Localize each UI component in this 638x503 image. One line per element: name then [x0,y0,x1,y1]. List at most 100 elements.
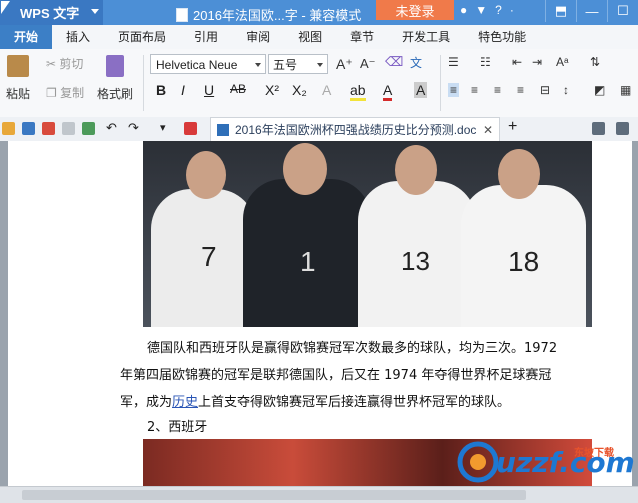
font-name-select[interactable]: Helvetica Neue [150,54,266,74]
quick-access-bar: ↶ ↷ ▾ 2016年法国欧洲杯四强战绩历史比分预测.doc ✕ + [0,117,638,142]
new-tab-icon[interactable]: + [508,118,521,135]
grow-font-icon[interactable]: A⁺ [336,56,353,73]
jersey-number: 13 [401,246,430,276]
tab-features[interactable]: 特色功能 [464,25,540,49]
phonetic-guide-icon[interactable]: 文 [410,54,422,71]
paragraph-line: 年第四届欧锦赛的冠军是联邦德国队，后又在 1974 年夺得世界杯足球赛冠 [120,368,552,383]
paragraph-line: 军，成为历史上首支夺得欧锦赛冠军后接连赢得世界杯冠军的球队。 [120,389,600,416]
horizontal-scrollbar[interactable] [0,486,638,503]
chevron-down-icon [91,9,99,14]
skin-icon[interactable]: ● [460,3,467,17]
watermark-swirl-icon [457,441,499,483]
superscript-icon[interactable]: X² [265,82,279,98]
document-tab[interactable]: 2016年法国欧洲杯四强战绩历史比分预测.doc ✕ [210,117,500,141]
italic-icon[interactable]: I [181,82,185,98]
line-spacing-icon[interactable]: ↕ [563,83,569,97]
document-tab-title: 2016年法国欧洲杯四强战绩历史比分预测.doc [235,123,477,137]
tab-references[interactable]: 引用 [180,25,232,49]
font-size-select[interactable]: 五号 [268,54,328,74]
help-icon[interactable]: ? [495,3,502,17]
divider [143,55,144,111]
scissors-icon: ✂ [46,56,57,71]
change-case-icon[interactable]: Aᵃ [556,55,568,69]
shading-icon[interactable]: ◩ [594,83,605,97]
text-effect-icon[interactable]: A [322,82,331,98]
jersey-number: 1 [300,246,316,277]
align-left-icon[interactable]: ≡ [448,83,460,97]
clear-format-icon[interactable]: ⌫ [385,54,403,70]
font-size-value: 五号 [273,58,298,72]
tab-developer[interactable]: 开发工具 [388,25,464,49]
font-color-icon[interactable]: A [383,82,393,101]
jersey-number: 18 [508,246,540,277]
history-link[interactable]: 历史 [172,395,198,410]
watermark-subtext: 东坡下载 [574,448,614,459]
app-menu-button[interactable]: WPS 文字 [0,0,103,25]
tab-insert[interactable]: 插入 [52,25,104,49]
title-icons: ● ▼ ? · [460,3,514,17]
undo-icon[interactable]: ↶ [106,120,119,135]
tab-home[interactable]: 开始 [0,25,53,49]
highlight-icon[interactable]: ab [350,82,366,101]
tab-page-layout[interactable]: 页面布局 [104,25,180,49]
save-icon[interactable] [22,122,35,135]
ribbon-home: 粘贴 ✂ 剪切 ❐ 复制 格式刷 Helvetica Neue 五号 A⁺ A⁻… [0,49,638,118]
window-buttons: ⬒ — ☐ [545,0,638,22]
minimize-icon[interactable]: — [576,0,607,22]
scrollbar-thumb[interactable] [22,490,526,500]
window-title-text: 2016年法国欧...字 - 兼容模式 [193,8,362,23]
subscript-icon[interactable]: X₂ [292,82,307,98]
borders-icon[interactable]: ▦ [620,83,631,97]
app-name: WPS 文字 [20,6,80,21]
shrink-font-icon[interactable]: A⁻ [360,56,376,72]
underline-icon[interactable]: U [204,82,214,98]
ribbon-tabs: 开始 插入 页面布局 引用 审阅 视图 章节 开发工具 特色功能 [0,25,638,50]
decrease-indent-icon[interactable]: ⇤ [512,55,522,69]
pdf-icon[interactable] [42,122,55,135]
window-doc-title: 2016年法国欧...字 - 兼容模式 [176,5,361,24]
print-preview-icon[interactable] [82,122,95,135]
paste-button[interactable]: 粘贴 [6,55,30,102]
section-heading: 2、西班牙 [147,420,208,435]
font-name-value: Helvetica Neue [156,58,238,72]
align-center-icon[interactable]: ≡ [471,83,478,97]
maximize-icon[interactable]: ☐ [607,0,638,22]
open-icon[interactable] [2,122,15,135]
chevron-down-icon [255,63,261,67]
document-page[interactable]: 7 1 13 18 德国队和西班牙队是赢得欧锦赛冠军次数最多的球队，均为三次。1… [8,141,632,486]
clipboard-icon [7,55,29,77]
strikethrough-icon[interactable]: AB [230,82,246,96]
char-shading-icon[interactable]: A [414,82,428,98]
numbering-icon[interactable]: ☷ [480,55,491,69]
align-right-icon[interactable]: ≡ [494,83,501,97]
player-head [498,149,540,199]
window-icon[interactable] [616,122,629,135]
login-button[interactable]: 未登录 [376,0,454,20]
restore-icon[interactable]: ⬒ [545,0,576,22]
word-doc-icon [217,123,229,136]
close-icon[interactable]: ✕ [483,123,493,137]
customize-icon[interactable]: ▾ [160,121,173,134]
distribute-icon[interactable]: ⊟ [540,83,550,97]
tab-review[interactable]: 审阅 [232,25,284,49]
print-icon[interactable] [62,122,75,135]
cut-button[interactable]: ✂ 剪切 [46,55,83,72]
shirt-icon[interactable]: ▼ [475,3,487,17]
settings-icon[interactable]: · [510,3,514,17]
layout-icon[interactable] [592,122,605,135]
paragraph-text: 军，成为 [120,395,173,410]
tab-view[interactable]: 视图 [284,25,336,49]
copy-icon: ❐ [46,85,57,100]
increase-indent-icon[interactable]: ⇥ [532,55,542,69]
tab-chapter[interactable]: 章节 [336,25,388,49]
wps-logo-icon[interactable] [184,122,197,135]
justify-icon[interactable]: ≡ [517,83,524,97]
copy-button[interactable]: ❐ 复制 [46,84,84,101]
redo-icon[interactable]: ↷ [128,120,141,135]
format-painter-button[interactable]: 格式刷 [97,55,133,102]
player-head [395,145,437,195]
player-head [283,143,327,195]
bullets-icon[interactable]: ☰ [448,55,459,69]
bold-icon[interactable]: B [156,82,166,98]
sort-icon[interactable]: ⇅ [590,55,600,69]
